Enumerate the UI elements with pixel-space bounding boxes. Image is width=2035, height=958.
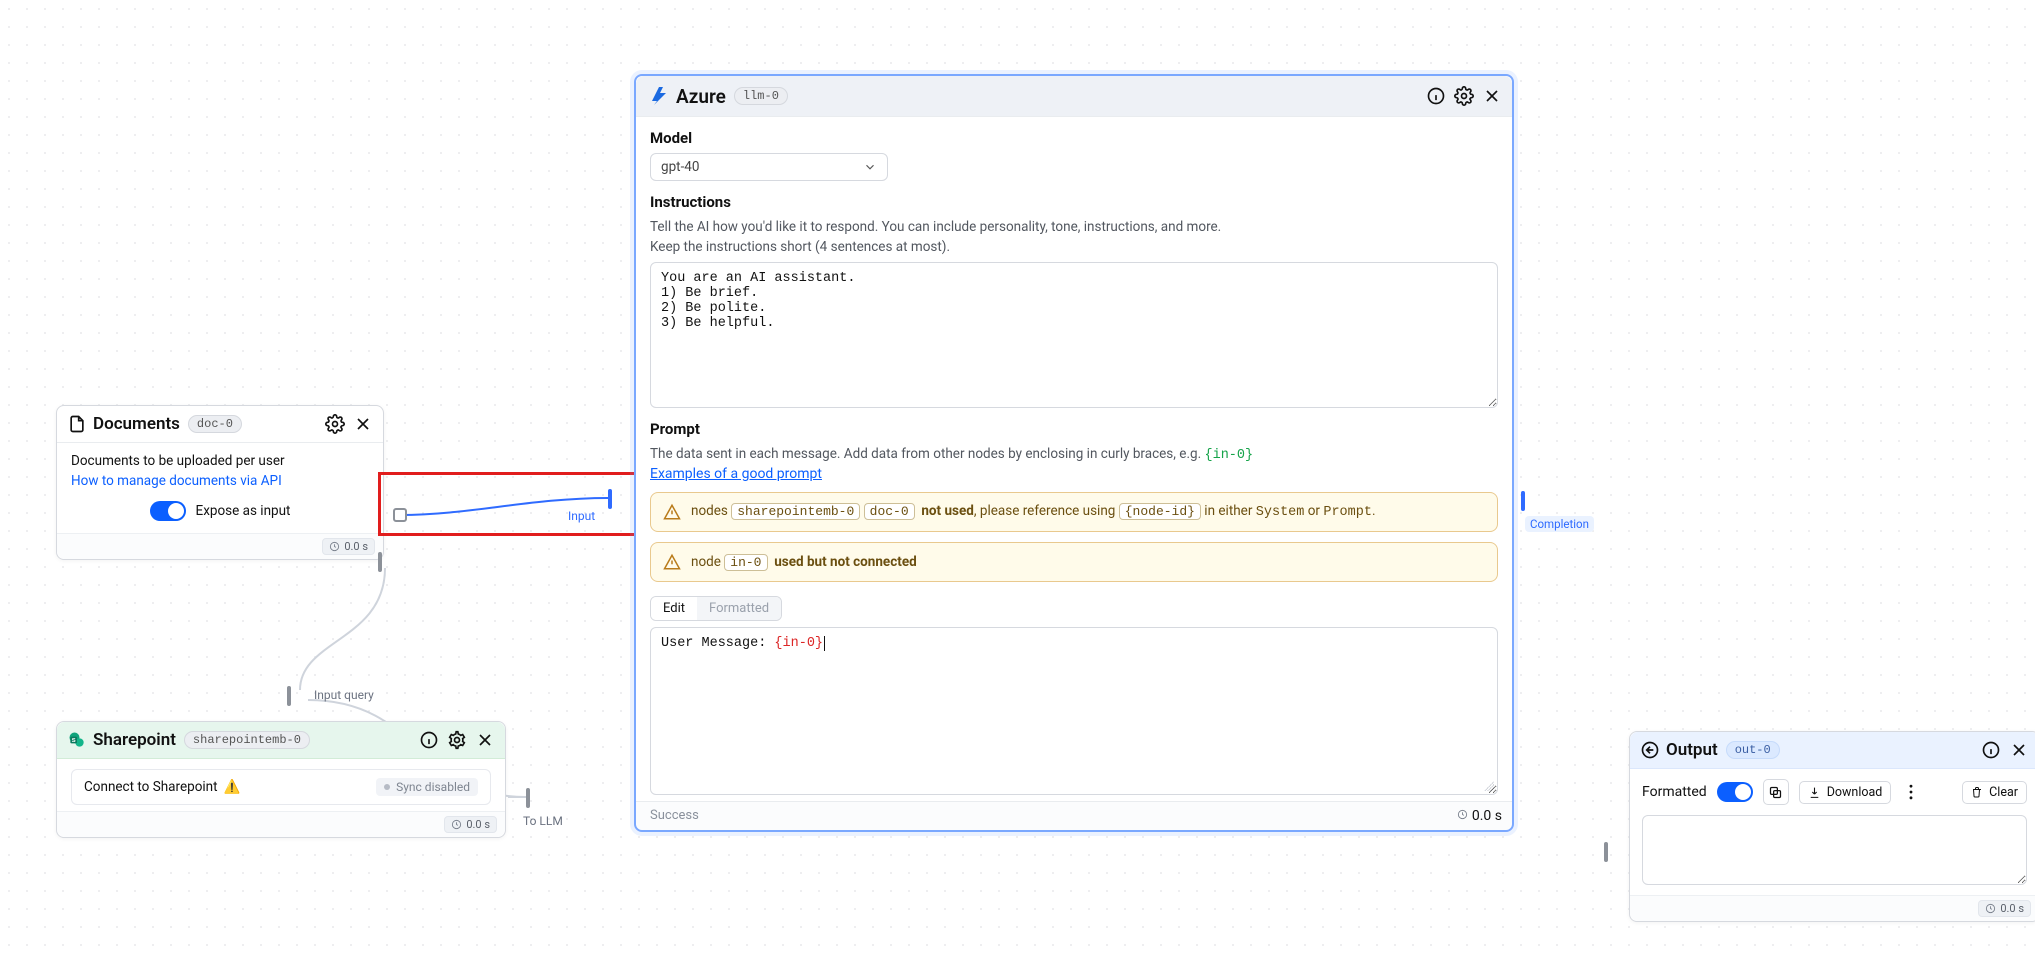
completion-port[interactable]	[1521, 491, 1525, 511]
port[interactable]	[378, 552, 382, 572]
documents-time: 0.0 s	[322, 538, 375, 555]
sharepoint-connect-row[interactable]: Connect to Sharepoint ⚠️ Sync disabled	[71, 769, 491, 805]
more-icon[interactable]	[1901, 782, 1921, 802]
sharepoint-node: S Sharepoint sharepointemb-0 Connect to …	[56, 721, 506, 838]
documents-api-link[interactable]: How to manage documents via API	[71, 473, 282, 489]
output-title: Output	[1666, 740, 1718, 760]
documents-desc: Documents to be uploaded per user	[71, 453, 369, 469]
info-icon[interactable]	[1981, 740, 2001, 760]
alert-not-connected: node in-0 used but not connected	[650, 542, 1498, 582]
port[interactable]	[526, 788, 530, 808]
input-port[interactable]	[608, 489, 612, 509]
warning-icon	[663, 553, 681, 571]
completion-label: Completion	[1525, 516, 1594, 532]
output-header: Output out-0	[1630, 732, 2035, 769]
prompt-desc: The data sent in each message. Add data …	[650, 444, 1498, 466]
gear-icon[interactable]	[1454, 86, 1474, 106]
prompt-label: Prompt	[650, 420, 1498, 438]
documents-title: Documents	[93, 414, 180, 434]
close-icon[interactable]	[2009, 740, 2029, 760]
azure-title: Azure	[676, 85, 726, 108]
expose-toggle[interactable]	[150, 501, 186, 521]
download-icon	[1808, 786, 1821, 799]
port[interactable]	[287, 686, 291, 706]
sharepoint-row-text: Connect to Sharepoint	[84, 779, 218, 795]
sync-badge: Sync disabled	[376, 778, 478, 796]
instructions-desc-2: Keep the instructions short (4 sentences…	[650, 237, 1498, 257]
documents-tag: doc-0	[188, 415, 242, 433]
sharepoint-header: S Sharepoint sharepointemb-0	[57, 722, 505, 759]
sharepoint-tag: sharepointemb-0	[184, 731, 310, 749]
close-icon[interactable]	[1482, 86, 1502, 106]
azure-icon	[646, 84, 670, 108]
info-icon[interactable]	[419, 730, 439, 750]
port[interactable]	[393, 508, 407, 522]
close-icon[interactable]	[353, 414, 373, 434]
instructions-label: Instructions	[650, 193, 1498, 211]
output-textarea[interactable]	[1642, 815, 2027, 885]
gear-icon[interactable]	[447, 730, 467, 750]
to-llm-label: To LLM	[523, 814, 563, 828]
copy-icon[interactable]	[1763, 779, 1789, 805]
azure-tag: llm-0	[734, 87, 788, 105]
close-icon[interactable]	[475, 730, 495, 750]
gear-icon[interactable]	[325, 414, 345, 434]
svg-text:S: S	[72, 738, 76, 744]
formatted-label: Formatted	[1642, 784, 1707, 800]
input-query-label: Input query	[314, 688, 374, 702]
sharepoint-icon: S	[67, 730, 87, 750]
sharepoint-time: 0.0 s	[444, 816, 497, 833]
documents-node: Documents doc-0 Documents to be uploaded…	[56, 405, 384, 560]
output-node: Output out-0 Formatted Download Clear	[1629, 731, 2035, 922]
clear-button[interactable]: Clear	[1962, 781, 2027, 804]
chevron-down-icon	[863, 160, 877, 174]
download-button[interactable]: Download	[1799, 781, 1892, 804]
input-port-label: Input	[568, 509, 595, 523]
info-icon[interactable]	[1426, 86, 1446, 106]
tab-edit[interactable]: Edit	[651, 597, 697, 620]
azure-time: 0.0 s	[1457, 808, 1502, 824]
tab-formatted[interactable]: Formatted	[697, 597, 781, 620]
azure-status: Success	[650, 808, 699, 823]
instructions-input[interactable]: You are an AI assistant. 1) Be brief. 2)…	[650, 262, 1498, 408]
formatted-toggle[interactable]	[1717, 782, 1753, 802]
output-tag: out-0	[1726, 741, 1780, 759]
documents-header: Documents doc-0	[57, 406, 383, 443]
trash-icon	[1971, 786, 1983, 798]
port[interactable]	[1604, 842, 1608, 862]
back-arrow-icon[interactable]	[1640, 740, 1660, 760]
alert-not-used: nodes sharepointemb-0 doc-0 not used, pl…	[650, 492, 1498, 532]
azure-node: Azure llm-0 Model gpt-40 Instructions Te…	[634, 74, 1514, 832]
warning-emoji-icon: ⚠️	[224, 779, 241, 795]
expose-label: Expose as input	[196, 503, 291, 519]
prompt-examples-link[interactable]: Examples of a good prompt	[650, 466, 822, 482]
output-time: 0.0 s	[1978, 900, 2031, 917]
warning-icon	[663, 503, 681, 521]
document-icon	[67, 414, 87, 434]
prompt-tabs: Edit Formatted	[650, 596, 782, 621]
sharepoint-title: Sharepoint	[93, 730, 176, 750]
azure-header: Azure llm-0	[636, 76, 1512, 117]
instructions-desc-1: Tell the AI how you'd like it to respond…	[650, 217, 1498, 237]
prompt-input[interactable]: User Message: {in-0}	[650, 627, 1498, 795]
model-select[interactable]: gpt-40	[650, 153, 888, 181]
model-label: Model	[650, 129, 1498, 147]
model-value: gpt-40	[661, 159, 699, 175]
